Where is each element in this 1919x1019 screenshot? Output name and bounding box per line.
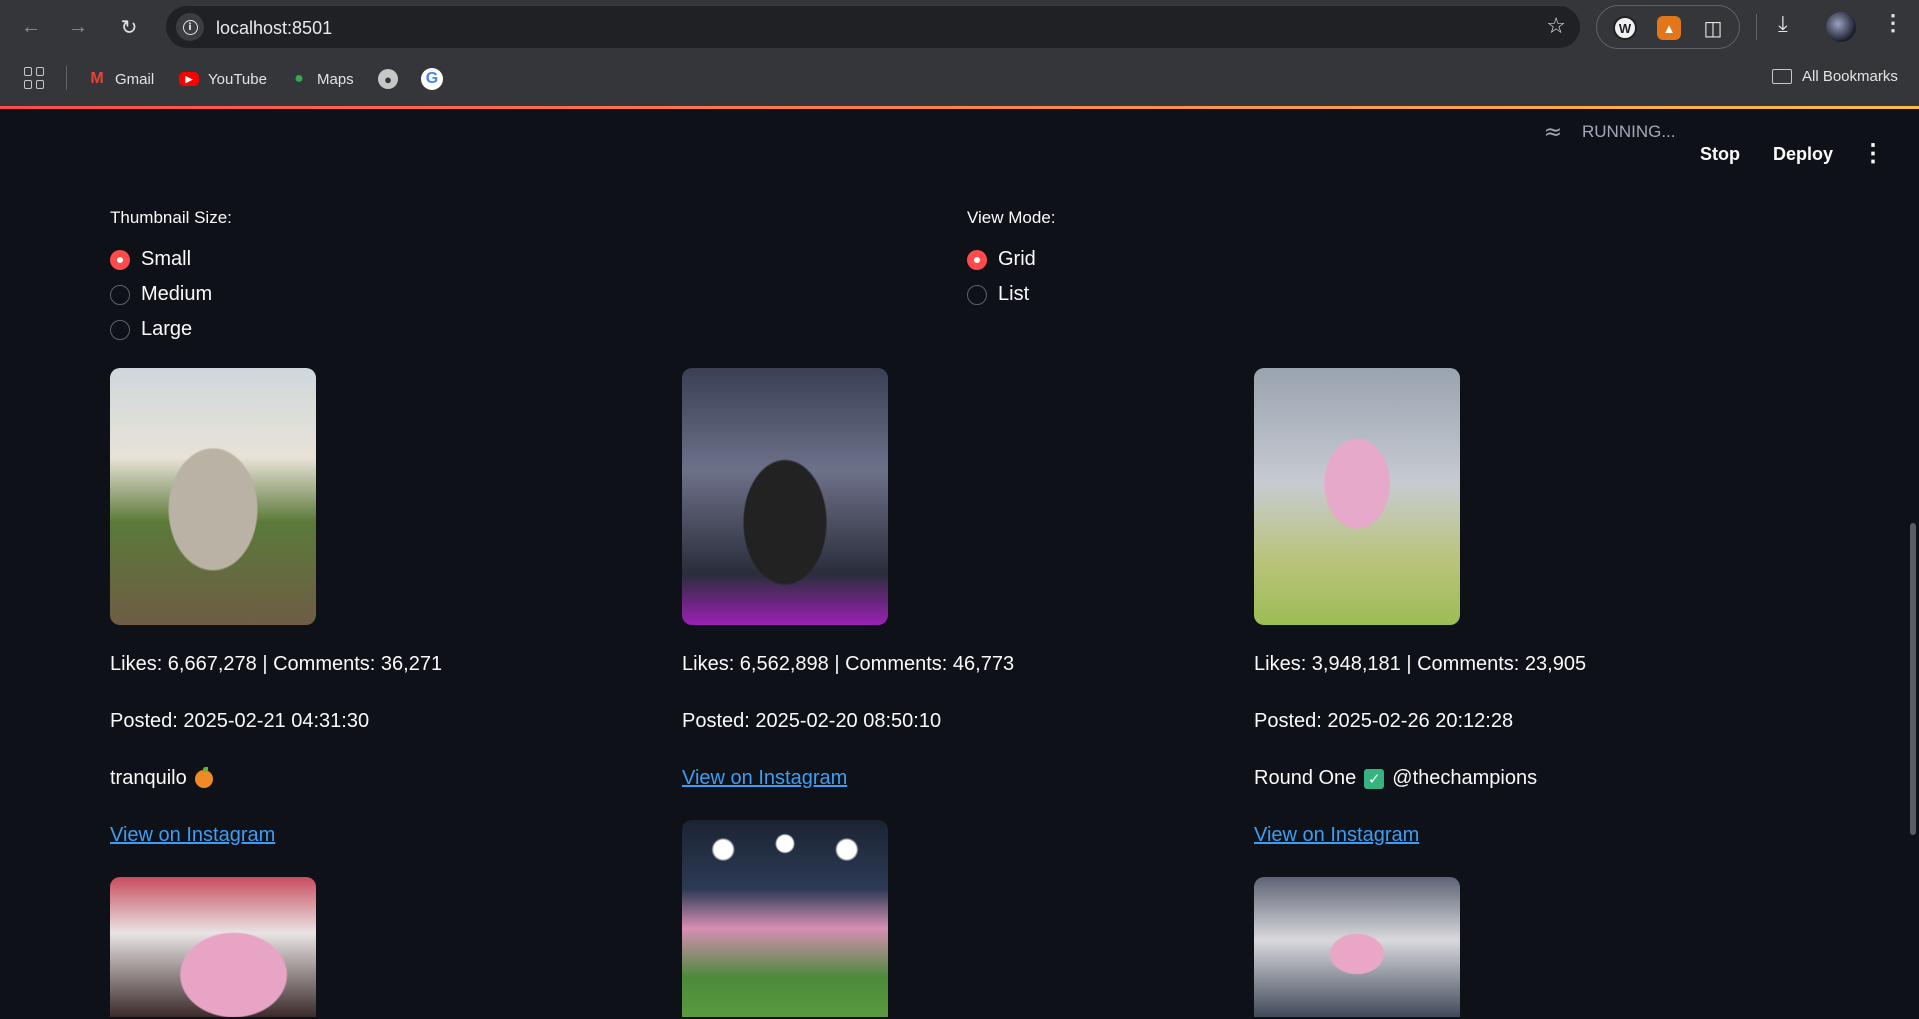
forward-icon[interactable]: → (62, 11, 94, 43)
post-thumbnail (682, 820, 888, 1017)
radio-selected-icon (110, 249, 130, 270)
radio-selected-icon (967, 249, 987, 270)
back-icon[interactable]: ← (15, 11, 47, 43)
view-mode-label: View Mode: (967, 208, 1056, 227)
bookmark-label: YouTube (208, 70, 267, 88)
post-caption: Round One ✓ @thechampions (1254, 767, 1537, 790)
youtube-icon: ▶ (179, 72, 199, 86)
radio-small[interactable]: Small (110, 248, 191, 271)
bookmarks-divider (66, 66, 67, 90)
maps-icon: ● (294, 70, 304, 87)
post-caption: tranquilo (110, 766, 213, 790)
apps-grid-icon[interactable] (24, 67, 46, 89)
address-bar[interactable]: i localhost:8501 ☆ (166, 6, 1580, 48)
profile-avatar[interactable] (1826, 12, 1856, 42)
radio-label: Small (141, 248, 192, 270)
caption-text: tranquilo (110, 767, 187, 789)
radio-unselected-icon (110, 284, 130, 305)
bookmark-globe[interactable]: ● (378, 68, 398, 90)
radio-medium[interactable]: Medium (110, 283, 212, 306)
instagram-link[interactable]: View on Instagram (110, 824, 275, 847)
globe-icon: ● (378, 69, 398, 89)
instagram-link[interactable]: View on Instagram (682, 767, 847, 790)
bookmark-youtube[interactable]: ▶ YouTube (179, 68, 267, 90)
bookmark-label: Gmail (115, 70, 155, 88)
reload-icon[interactable]: ↻ (113, 11, 145, 43)
post-date: Posted: 2025-02-21 04:31:30 (110, 710, 370, 732)
radio-label: List (998, 283, 1030, 305)
post-thumbnail (1254, 877, 1460, 1017)
folder-icon (1772, 69, 1792, 84)
browser-menu-icon[interactable]: ⋮ (1882, 10, 1904, 36)
radio-grid[interactable]: Grid (967, 248, 1036, 271)
google-icon: G (421, 68, 443, 90)
url-text[interactable]: localhost:8501 (216, 18, 332, 39)
deploy-button[interactable]: Deploy (1773, 144, 1833, 165)
post-stats: Likes: 6,667,278 | Comments: 36,271 (110, 653, 443, 675)
running-label: RUNNING... (1582, 122, 1676, 141)
metamask-fox-icon[interactable]: ▲ (1657, 16, 1681, 40)
gmail-icon: M (90, 70, 104, 87)
site-info-icon[interactable]: i (176, 13, 204, 41)
caption-text: Round One (1254, 767, 1357, 789)
main-menu-icon[interactable]: ⋮ (1861, 139, 1885, 168)
bookmark-gmail[interactable]: M Gmail (88, 68, 154, 90)
running-status: ≈ RUNNING... (1538, 117, 1676, 147)
w-extension-icon[interactable]: W (1613, 16, 1637, 40)
extensions-puzzle-icon[interactable]: ◫ (1701, 16, 1725, 40)
bookmark-google[interactable]: G (421, 68, 443, 90)
check-emoji-icon: ✓ (1364, 768, 1385, 789)
browser-toolbar: ← → ↻ i localhost:8501 ☆ W ▲ ◫ ⤓ ⋮ (0, 0, 1919, 53)
streamlit-app: ≈ RUNNING... Stop Deploy ⋮ Thumbnail Siz… (0, 109, 1919, 1019)
post-thumbnail (110, 877, 316, 1017)
bookmark-label: Maps (317, 70, 354, 88)
post-thumbnail (110, 368, 316, 625)
thumbnail-size-label: Thumbnail Size: (110, 208, 232, 227)
bookmarks-bar: M Gmail ▶ YouTube ● Maps ● G All Bookmar… (0, 53, 1919, 106)
post-date: Posted: 2025-02-26 20:12:28 (1254, 710, 1514, 732)
radio-unselected-icon (967, 284, 987, 305)
stop-button[interactable]: Stop (1700, 144, 1740, 165)
page-scrollbar[interactable] (1910, 523, 1916, 835)
radio-large[interactable]: Large (110, 318, 192, 341)
download-icon[interactable]: ⤓ (1778, 12, 1788, 37)
radio-label: Medium (141, 283, 213, 305)
extensions-group: W ▲ ◫ (1596, 5, 1740, 49)
radio-list[interactable]: List (967, 283, 1029, 306)
all-bookmarks-label: All Bookmarks (1802, 68, 1898, 85)
radio-label: Large (141, 318, 193, 340)
all-bookmarks[interactable]: All Bookmarks (1772, 68, 1898, 85)
orange-emoji-icon (194, 766, 213, 788)
swimmer-icon: ≈ (1543, 119, 1563, 145)
bookmark-maps[interactable]: ● Maps (290, 68, 354, 90)
radio-label: Grid (998, 248, 1036, 270)
post-thumbnail (682, 368, 888, 625)
bookmark-star-icon[interactable]: ☆ (1546, 14, 1566, 39)
post-stats: Likes: 6,562,898 | Comments: 46,773 (682, 653, 1015, 675)
radio-unselected-icon (110, 319, 130, 340)
post-thumbnail (1254, 368, 1460, 625)
post-stats: Likes: 3,948,181 | Comments: 23,905 (1254, 653, 1587, 675)
toolbar-divider (1756, 14, 1757, 40)
post-date: Posted: 2025-02-20 08:50:10 (682, 710, 942, 732)
caption-mention: @thechampions (1392, 767, 1538, 789)
browser-chrome: ← → ↻ i localhost:8501 ☆ W ▲ ◫ ⤓ ⋮ M Gma… (0, 0, 1919, 106)
instagram-link[interactable]: View on Instagram (1254, 824, 1419, 847)
